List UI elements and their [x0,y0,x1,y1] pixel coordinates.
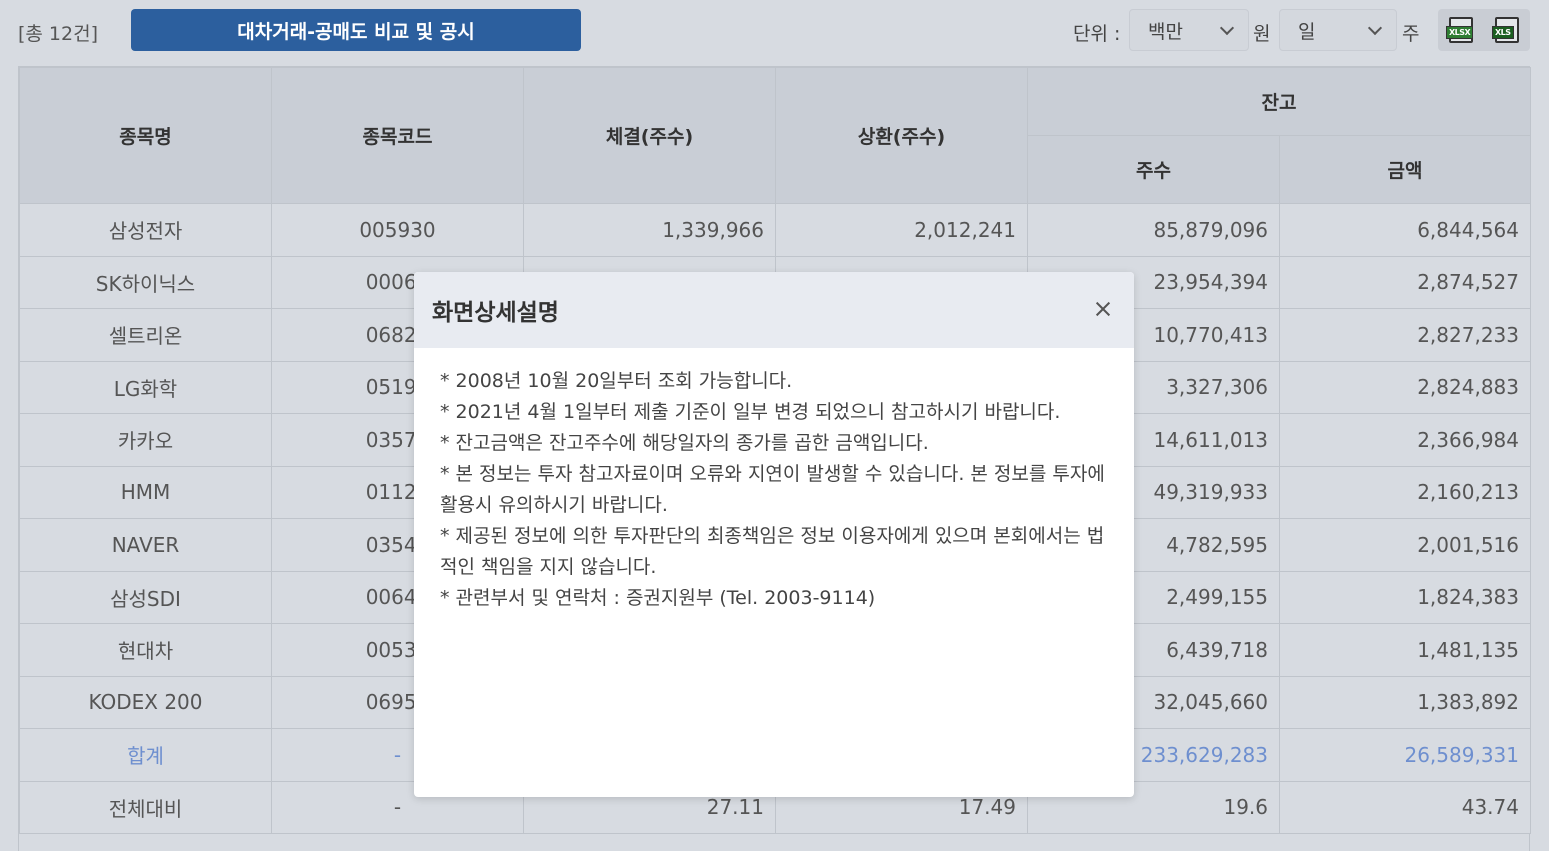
header-balance-amount: 금액 [1279,135,1531,204]
cell-amount: 6,844,564 [1279,203,1531,257]
excel-xls-icon: XLS [1492,17,1519,43]
currency-unit-select[interactable]: 백만 [1129,9,1249,51]
header-balance: 잔고 [1027,67,1531,136]
cell-amount: 2,824,883 [1279,360,1531,414]
modal-line: * 2008년 10월 20일부터 조회 가능합니다. [440,370,793,392]
cell-name: NAVER [19,518,272,572]
cell-amount: 2,827,233 [1279,308,1531,362]
modal-line: * 제공된 정보에 의한 투자판단의 최종책임은 정보 이용자에게 있으며 본회… [440,525,1105,578]
header-name: 종목명 [19,67,272,204]
cell-name: LG화학 [19,360,272,414]
xls-label: XLS [1492,26,1514,39]
cell-name: 합계 [19,728,272,782]
cell-name: SK하이닉스 [19,255,272,309]
chevron-down-icon [1367,20,1383,36]
toolbar: [총 12건] 대차거래-공매도 비교 및 공시 단위 : 백만 원 일 주 X… [0,0,1549,62]
share-unit-value: 일 [1298,20,1316,43]
cell-amount: 26,589,331 [1279,728,1531,782]
cell-amount: 2,160,213 [1279,465,1531,519]
unit-label: 단위 : [1073,23,1121,45]
modal-line: * 본 정보는 투자 참고자료이며 오류와 지연이 발생할 수 있습니다. 본 … [440,463,1105,516]
cell-code: 005930 [271,203,524,257]
cell-name: 카카오 [19,413,272,467]
cell-amount: 43.74 [1279,780,1531,834]
modal-body: * 2008년 10월 20일부터 조회 가능합니다. * 2021년 4월 1일… [414,348,1134,614]
cell-name: HMM [19,465,272,519]
page: [총 12건] 대차거래-공매도 비교 및 공시 단위 : 백만 원 일 주 X… [0,0,1549,851]
modal-title: 화면상세설명 [432,300,559,326]
download-group: XLSX XLS [1438,9,1530,51]
table-row: 삼성전자 005930 1,339,966 2,012,241 85,879,096 6,… [19,203,1531,257]
cell-name: 현대차 [19,623,272,677]
header-code: 종목코드 [271,67,524,204]
cell-amount: 1,481,135 [1279,623,1531,677]
result-count: [총 12건] [18,23,99,45]
download-xlsx-button[interactable]: XLSX [1438,9,1484,51]
description-modal: 화면상세설명 * 2008년 10월 20일부터 조회 가능합니다. * 2021… [414,272,1134,797]
header-repaid: 상환(주수) [775,67,1028,204]
chevron-down-icon [1219,20,1235,36]
modal-line: * 관련부서 및 연락처 : 증권지원부 (Tel. 2003-9114) [440,587,876,609]
cell-name: 삼성전자 [19,203,272,257]
header-balance-shares: 주수 [1027,135,1280,204]
cell-name: 삼성SDI [19,570,272,624]
cell-name: 전체대비 [19,780,272,834]
modal-line: * 잔고금액은 잔고주수에 해당일자의 종가를 곱한 금액입니다. [440,432,929,454]
cell-shares: 85,879,096 [1027,203,1280,257]
download-xls-button[interactable]: XLS [1484,9,1530,51]
close-icon[interactable] [1092,298,1114,320]
modal-header: 화면상세설명 [414,272,1134,348]
excel-xlsx-icon: XLSX [1446,17,1474,43]
modal-line: * 2021년 4월 1일부터 제출 기준이 일부 변경 되었으니 참고하시기 … [440,401,1061,423]
currency-suffix: 원 [1253,23,1271,45]
cell-executed: 1,339,966 [523,203,776,257]
share-unit-select[interactable]: 일 [1279,9,1397,51]
currency-unit-value: 백만 [1148,20,1183,43]
cell-repaid: 2,012,241 [775,203,1028,257]
cell-amount: 2,874,527 [1279,255,1531,309]
cell-amount: 1,383,892 [1279,675,1531,729]
cell-amount: 2,366,984 [1279,413,1531,467]
share-suffix: 주 [1402,23,1420,45]
title-button[interactable]: 대차거래-공매도 비교 및 공시 [131,9,581,51]
cell-name: KODEX 200 [19,675,272,729]
header-executed: 체결(주수) [523,67,776,204]
cell-name: 셀트리온 [19,308,272,362]
xlsx-label: XLSX [1446,26,1474,39]
cell-amount: 2,001,516 [1279,518,1531,572]
cell-amount: 1,824,383 [1279,570,1531,624]
